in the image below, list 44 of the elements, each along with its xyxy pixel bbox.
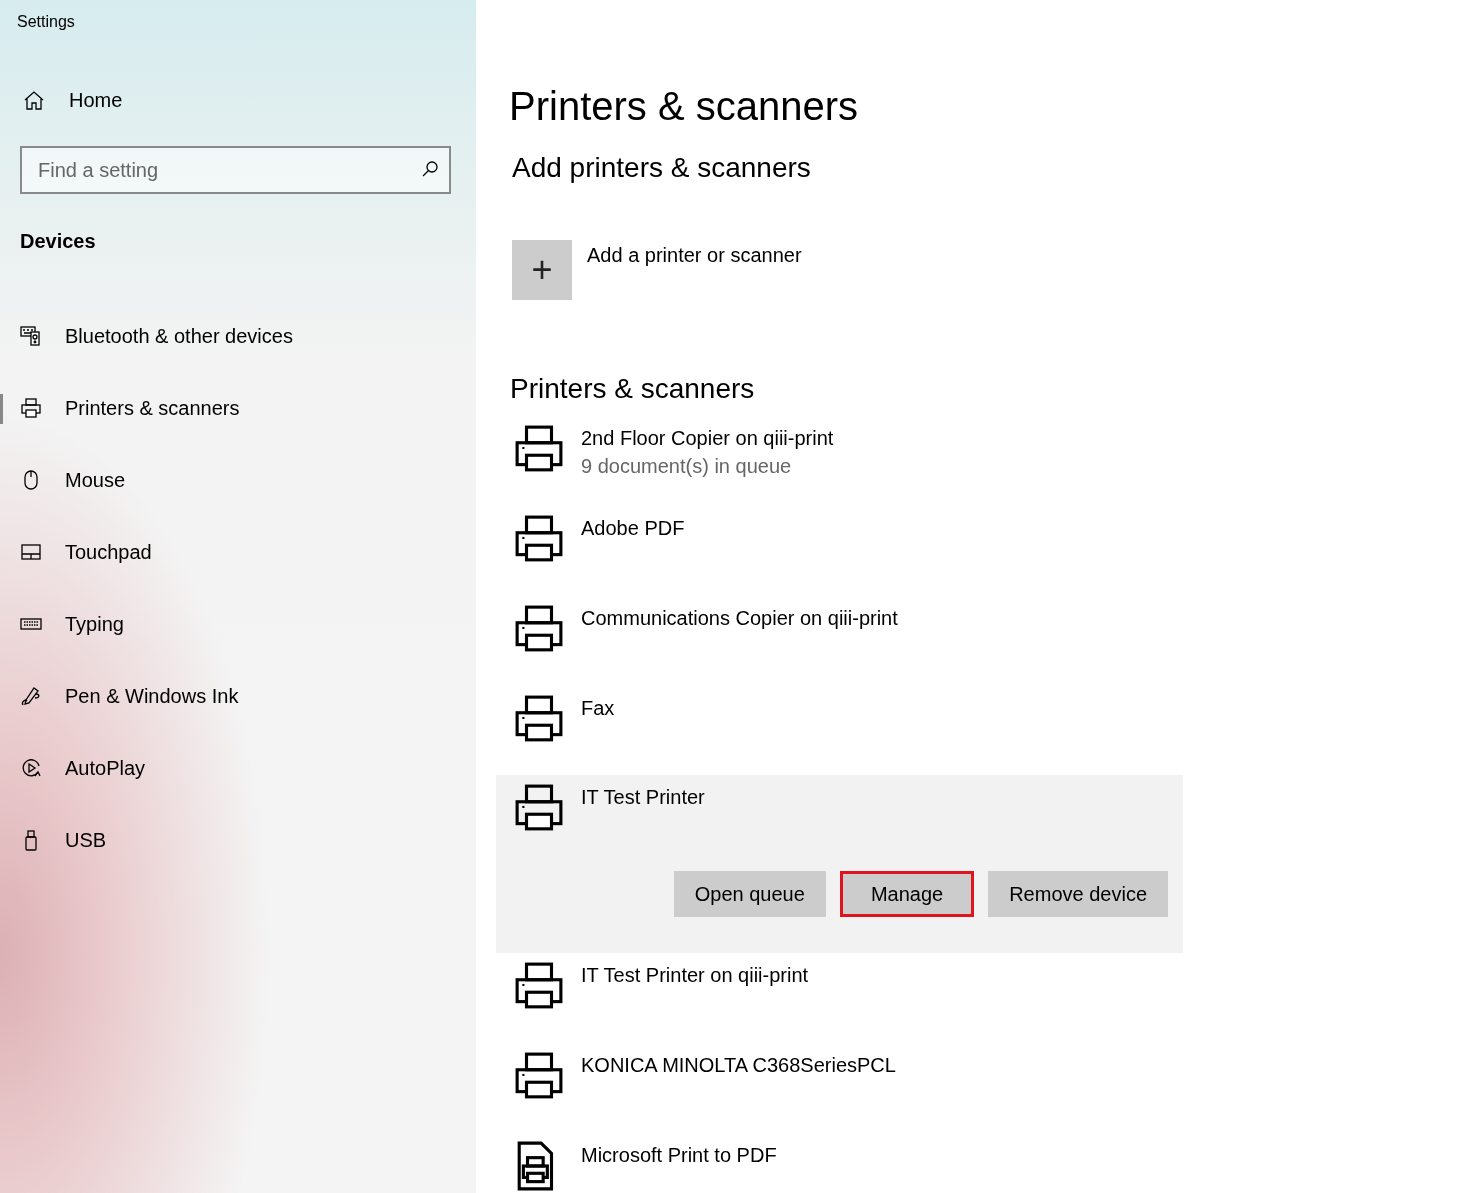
device-name: IT Test Printer [581,785,705,810]
nav-item[interactable]: Pen & Windows Ink [0,660,456,732]
devices-icon [20,325,42,347]
nav-item[interactable]: USB [0,804,456,876]
page-title: Printers & scanners [509,83,860,130]
device-status: 9 document(s) in queue [581,454,793,479]
nav-item[interactable]: Typing [0,588,456,660]
device-name: 2nd Floor Copier on qiii-print [581,426,834,451]
printer-icon [514,514,564,564]
device-name: Communications Copier on qiii-print [581,606,898,631]
nav-item[interactable]: AutoPlay [0,732,456,804]
section-heading: Devices [19,229,96,253]
section-heading: Printers & scanners [510,372,756,406]
search-icon [421,160,439,178]
touchpad-icon [20,541,42,563]
printer-icon [514,604,564,654]
nav-item[interactable]: Bluetooth & other devices [0,300,456,372]
nav-item[interactable]: Touchpad [0,516,456,588]
play-circle-icon [20,757,42,779]
printer-icon [514,1051,564,1101]
device-name: IT Test Printer on qiii-print [581,963,809,988]
nav-item[interactable]: Mouse [0,444,456,516]
add-button[interactable]: + [512,240,572,300]
search-field[interactable]: Find a setting [20,146,451,194]
device-name: Fax [581,696,615,721]
device-row[interactable]: IT Test Printer Open queue Manage Remove device [496,775,1183,953]
device-button[interactable]: Open queue [673,871,826,917]
nav-item[interactable]: Printers & scanners [0,372,456,444]
home-icon [23,89,45,112]
printer-icon [20,397,42,419]
window-title: Settings [16,12,75,31]
device-name: KONICA MINOLTA C368SeriesPCL [581,1053,896,1078]
device-button[interactable]: Remove device [988,871,1168,917]
printer-icon [514,424,564,474]
printer-icon [514,783,564,833]
pen-icon [20,685,42,707]
device-name: Adobe PDF [581,516,685,541]
printer-icon [514,694,564,744]
device-name: Microsoft Print to PDF [581,1143,777,1168]
section-heading: Add printers & scanners [512,151,812,185]
home-link[interactable]: Home [69,89,123,112]
add-printer-label[interactable]: Add a printer or scanner [587,244,802,267]
printer-icon [514,961,564,1011]
device-button[interactable]: Manage [839,871,975,917]
